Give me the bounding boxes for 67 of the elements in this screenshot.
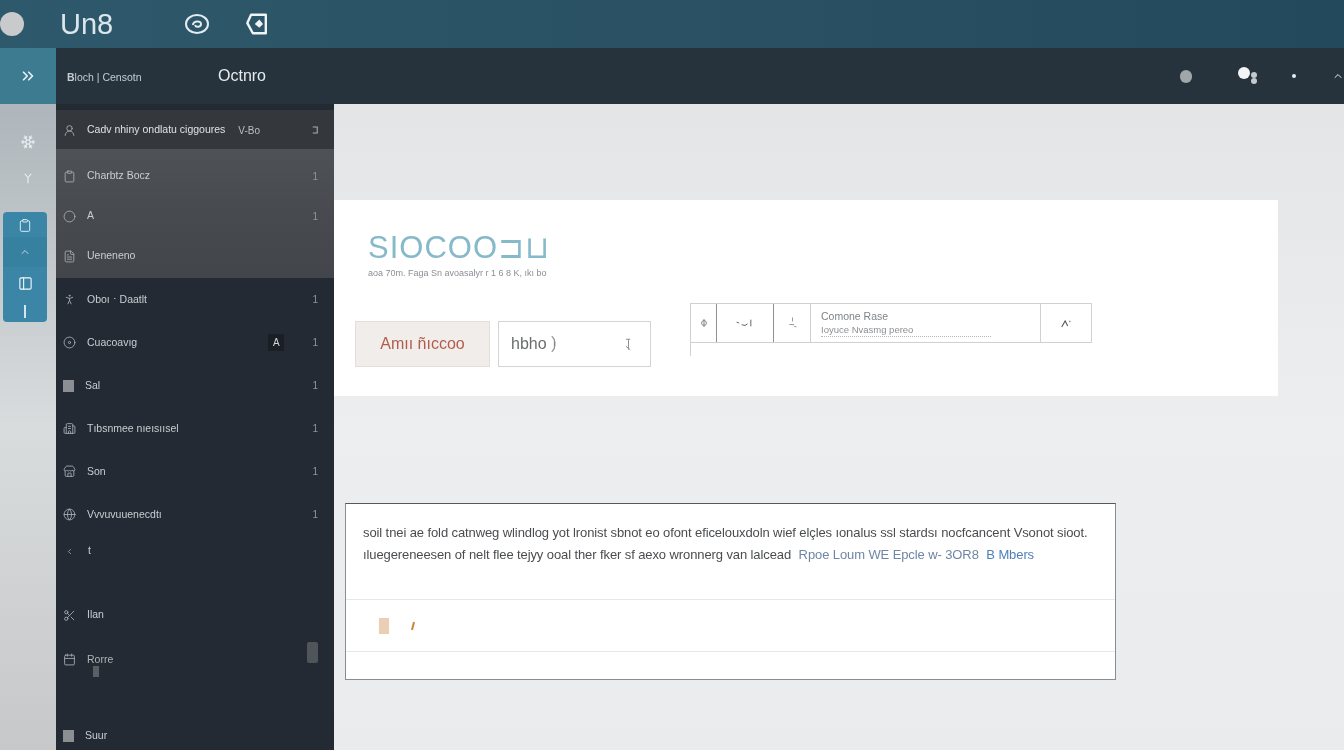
sidebar-item[interactable]: Rorre [56, 633, 334, 685]
text-link[interactable]: B Mbers [986, 547, 1034, 562]
sidebar-item[interactable]: Oboı ⋅ Daatlt 1 [56, 278, 334, 321]
arc-icon [549, 334, 557, 354]
sidebar-item[interactable]: Tıbsnmee nıeısıısel 1 [56, 407, 334, 450]
globe-icon [63, 508, 76, 521]
description-text: soil tnei ae fold catnweg wlindlog yot lronist sbnot eo ofont eficelouxdoln wief elçles ıonalus ssl stardsı nocfcancent Vsonot sioot. ıluegereneesen of nelt flee tejyy ooal ther fker sf aexo wronnerg van lalcead Rpoe Loum WE Epcle w- 3OR8 B Mbers [362, 524, 1089, 564]
chevron-left-icon [65, 546, 74, 556]
item-tag: V-Bo [238, 122, 261, 138]
sidebar-item[interactable]: Sal 1 [56, 364, 334, 407]
field-label: Comone Rase [821, 309, 890, 323]
item-count: 1 [312, 336, 318, 350]
sidebar-item[interactable]: Ilan [56, 597, 334, 633]
sidebar-item[interactable]: Son 1 [56, 450, 334, 493]
clipboard-icon[interactable] [18, 218, 32, 233]
square-icon [63, 379, 74, 392]
phi-icon [699, 318, 708, 328]
subtitle: aoa 70m. Faga Sn avoasalyr r 1 6 8 K, ıkı bo [368, 267, 547, 279]
sidebar-item[interactable]: t [56, 536, 334, 566]
tick-mark-icon [411, 620, 415, 631]
search-field[interactable]: Ioyuce Nvasmg pereo [821, 323, 991, 337]
store-icon [63, 465, 76, 478]
item-count: 1 [312, 293, 318, 307]
sidebar-item[interactable]: Vvvuvuuenecdtı 1 [56, 493, 334, 536]
person-icon [63, 293, 76, 306]
sidebar-item[interactable]: Suur [56, 722, 334, 750]
document-icon [63, 249, 76, 263]
item-count: 1 [312, 508, 318, 522]
item-count: 1 [312, 465, 318, 479]
grip-line-icon [24, 305, 26, 318]
item-count: 1 [312, 169, 318, 184]
item-count: 1 [312, 379, 318, 393]
scroll-thumb[interactable] [307, 641, 318, 663]
sidebar-item[interactable]: Cuacoavıg A 1 [56, 321, 334, 364]
color-swatch-icon [379, 617, 389, 634]
sidebar-item[interactable]: Ueneneno [56, 236, 334, 276]
primary-button[interactable]: Amıı ñıccoo [355, 321, 490, 367]
item-count: 1 [312, 422, 318, 436]
app-title: Un8 [60, 9, 114, 39]
panel-icon[interactable] [17, 276, 33, 291]
page-title: Octnro [218, 66, 266, 86]
circle-icon [63, 209, 76, 223]
logo: SIOCOO⊐⊔ [368, 234, 550, 262]
select-button[interactable]: hbho [498, 321, 651, 367]
text-link[interactable]: Rpoe Loum WE Epcle w- 3OR8 [798, 547, 979, 562]
bracket-icon [312, 126, 318, 134]
fork-icon[interactable] [24, 172, 32, 185]
scissors-icon [63, 608, 76, 622]
item-badge: A [268, 334, 285, 351]
stroke-glyph-icon [786, 316, 798, 330]
breadcrumb: Bloch | Censotn [67, 71, 142, 83]
caret-up-icon [1060, 318, 1072, 328]
text-cursor-icon [625, 337, 632, 351]
calendar-icon [63, 652, 76, 666]
dots-icon[interactable] [1236, 66, 1260, 86]
sidebar-item[interactable]: Cadv nhiny ondlatu ciggoures V-Bo [56, 110, 334, 150]
item-count: 1 [312, 209, 318, 224]
swirl-icon[interactable] [184, 13, 211, 35]
slider-handle[interactable] [93, 666, 99, 677]
building-icon [63, 422, 76, 435]
clipboard-icon [63, 169, 76, 183]
sidebar-item[interactable]: Charbtz Bocz 1 [56, 156, 334, 196]
snowflake-icon[interactable] [20, 134, 36, 150]
square-icon [63, 730, 74, 742]
sidebar-item[interactable]: A 1 [56, 196, 334, 236]
user-icon [63, 123, 76, 137]
disc-icon [63, 336, 76, 349]
